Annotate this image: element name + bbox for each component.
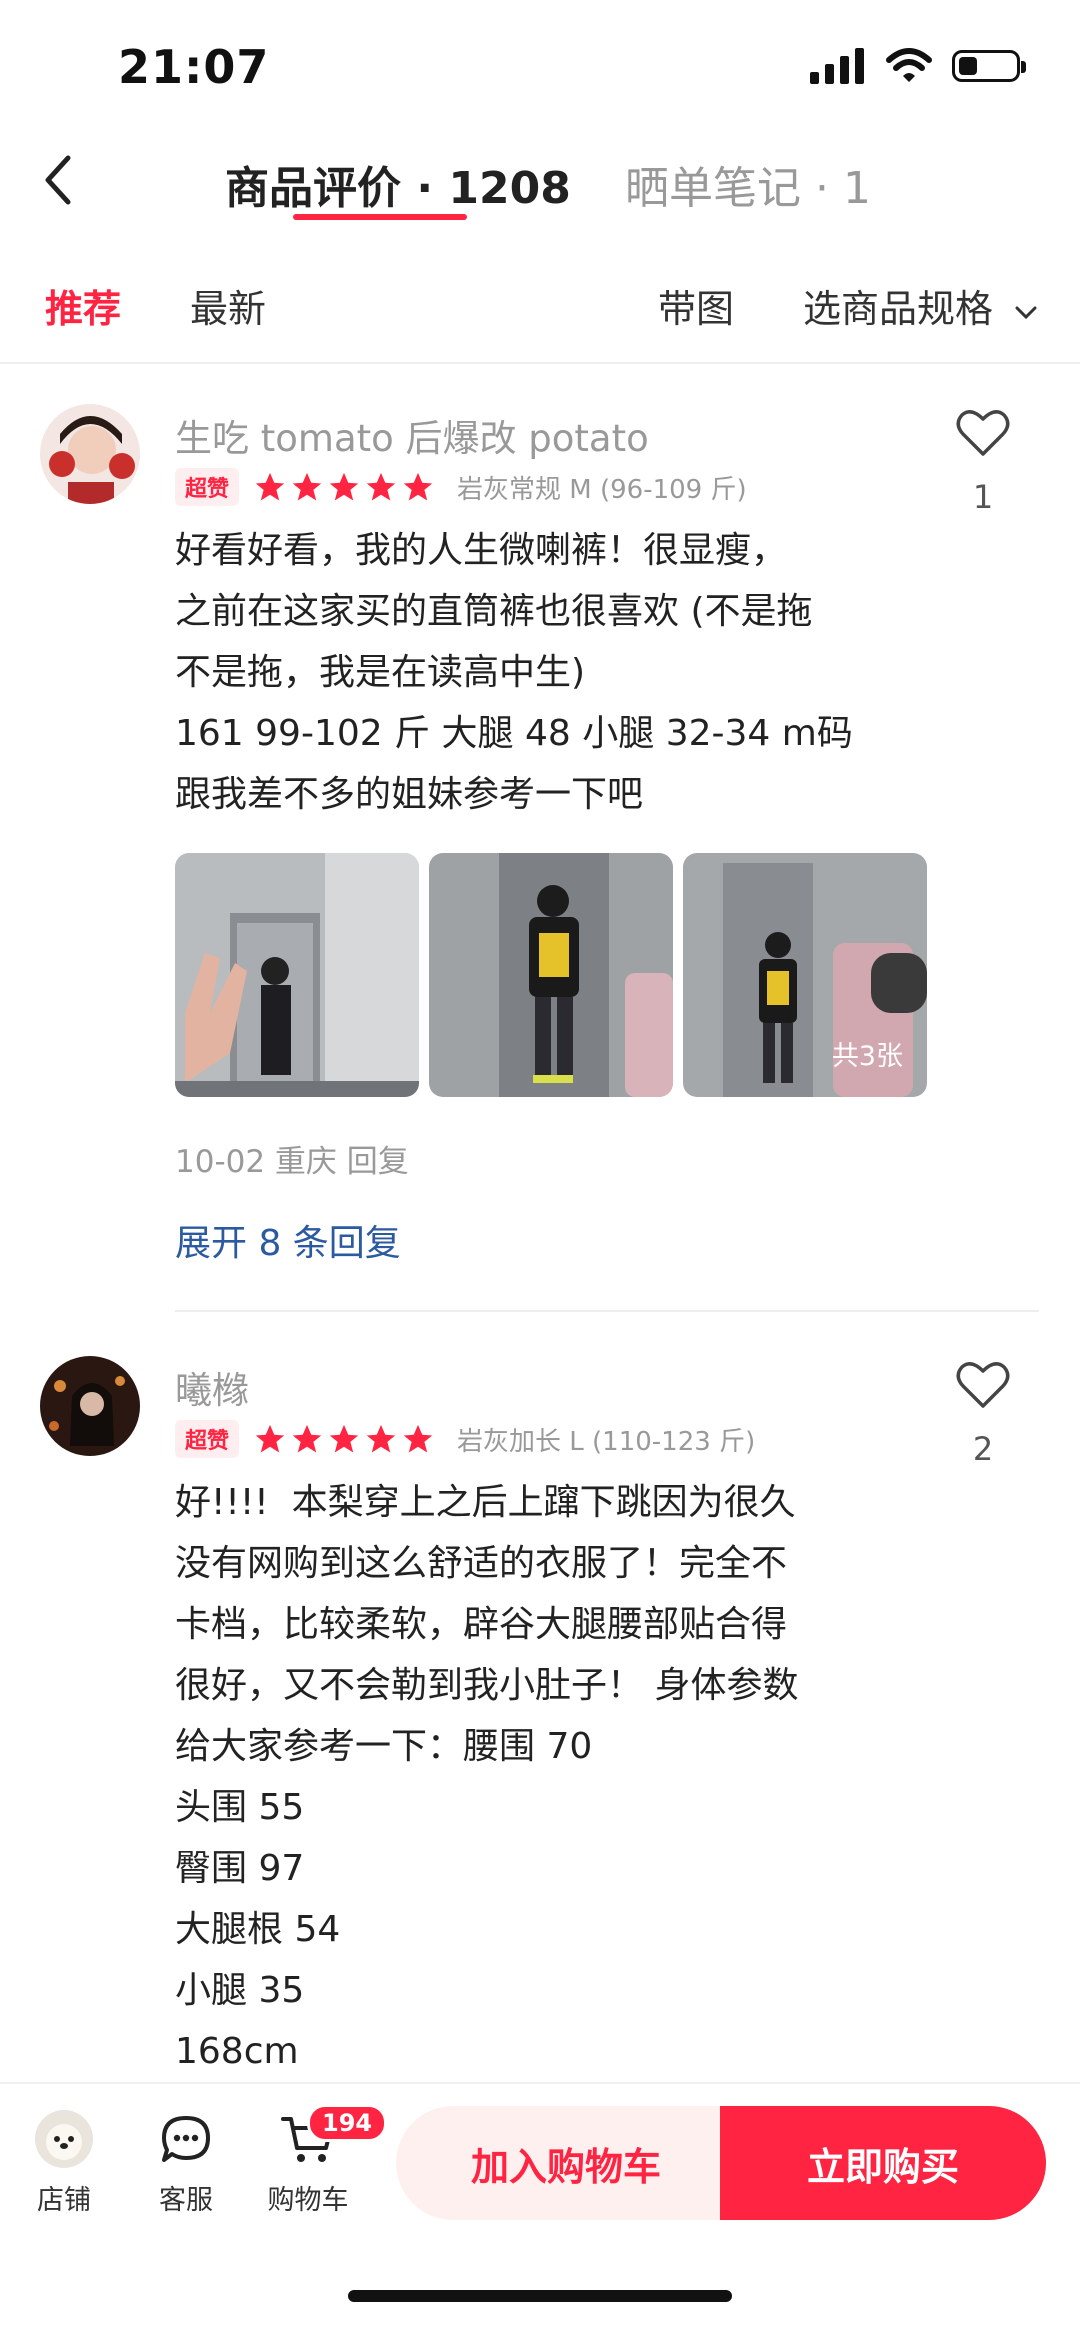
- tab-show-notes[interactable]: 晒单笔记 · 1: [625, 152, 871, 216]
- review-photo[interactable]: [175, 853, 419, 1097]
- filter-divider: [0, 362, 1080, 364]
- praise-badge: 超赞: [175, 468, 240, 506]
- star-icon: [255, 472, 285, 501]
- battery-icon: [952, 50, 1026, 82]
- purchased-spec: 岩灰加长 L (110-123 斤): [457, 1426, 756, 1457]
- star-icon: [366, 472, 396, 501]
- buy-now-button[interactable]: 立即购买: [720, 2106, 1046, 2220]
- expand-replies-link[interactable]: 展开 8 条回复: [175, 1214, 401, 1266]
- purchased-spec: 岩灰常规 M (96-109 斤): [457, 474, 747, 505]
- star-icon: [329, 472, 359, 501]
- store-label: 店铺: [37, 2185, 91, 2216]
- like-count: 1: [972, 478, 994, 516]
- star-icon: [255, 1424, 285, 1453]
- customer-service-button[interactable]: 客服: [126, 2110, 246, 2220]
- filter-recommended[interactable]: 推荐: [45, 278, 121, 333]
- tab-product-reviews[interactable]: 商品评价 · 1208: [225, 152, 571, 216]
- star-icon: [292, 1424, 322, 1453]
- filter-select-spec[interactable]: 选商品规格: [803, 278, 1039, 333]
- praise-badge: 超赞: [175, 1420, 240, 1458]
- star-icon: [329, 1424, 359, 1453]
- like-count: 2: [972, 1430, 994, 1468]
- heart-icon[interactable]: [956, 408, 1010, 458]
- review-photo[interactable]: 共3张: [683, 853, 927, 1097]
- filter-select-spec-label: 选商品规格: [803, 287, 994, 331]
- star-icon: [292, 472, 322, 501]
- review-text: 好看好看，我的人生微喇裤！很显瘦， 之前在这家买的直筒裤也很喜欢 (不是拖 不是…: [175, 530, 853, 815]
- star-rating: [253, 470, 435, 504]
- status-time: 21:07: [118, 40, 270, 94]
- add-to-cart-button[interactable]: 加入购物车: [396, 2106, 736, 2220]
- review-text: 好!!!! 本梨穿上之后上蹿下跳因为很久 没有网购到这么舒适的衣服了！完全不 卡…: [175, 1482, 799, 2072]
- filter-latest[interactable]: 最新: [190, 278, 266, 333]
- active-tab-indicator: [293, 214, 467, 220]
- back-arrow-icon[interactable]: [40, 150, 80, 210]
- photo-count-label: 共3张: [831, 1041, 903, 1072]
- cart-label: 购物车: [267, 2185, 349, 2216]
- status-icons: [810, 48, 1026, 84]
- star-rating: [253, 1422, 435, 1456]
- star-icon: [403, 472, 433, 501]
- filter-with-photos[interactable]: 带图: [658, 278, 734, 333]
- chevron-down-icon: [1015, 306, 1037, 320]
- review-meta[interactable]: 10-02 重庆 回复: [175, 1136, 409, 1181]
- signal-icon: [810, 48, 864, 84]
- review-rating-row: 超赞 岩灰加长 L (110-123 斤): [175, 1420, 755, 1458]
- customer-service-label: 客服: [159, 2185, 213, 2216]
- chat-bubble-icon: [162, 2116, 210, 2162]
- star-icon: [366, 1424, 396, 1453]
- reviewer-name: 曦橼: [175, 1369, 249, 1412]
- cart-count-badge: 194: [307, 2104, 388, 2142]
- review-separator: [175, 1310, 1039, 1312]
- review-photo[interactable]: [429, 853, 673, 1097]
- store-button[interactable]: 店铺: [4, 2110, 124, 2220]
- reviewer-avatar[interactable]: [40, 1356, 140, 1456]
- heart-icon[interactable]: [956, 1360, 1010, 1410]
- home-indicator: [348, 2290, 732, 2302]
- review-rating-row: 超赞 岩灰常规 M (96-109 斤): [175, 468, 747, 506]
- review-meta-text: 10-02 重庆 回复: [175, 1144, 409, 1180]
- wifi-icon: [886, 48, 932, 82]
- store-avatar-icon: [35, 2110, 93, 2168]
- reviewer-avatar[interactable]: [40, 404, 140, 504]
- star-icon: [403, 1424, 433, 1453]
- reviewer-name: 生吃 tomato 后爆改 potato: [175, 417, 649, 460]
